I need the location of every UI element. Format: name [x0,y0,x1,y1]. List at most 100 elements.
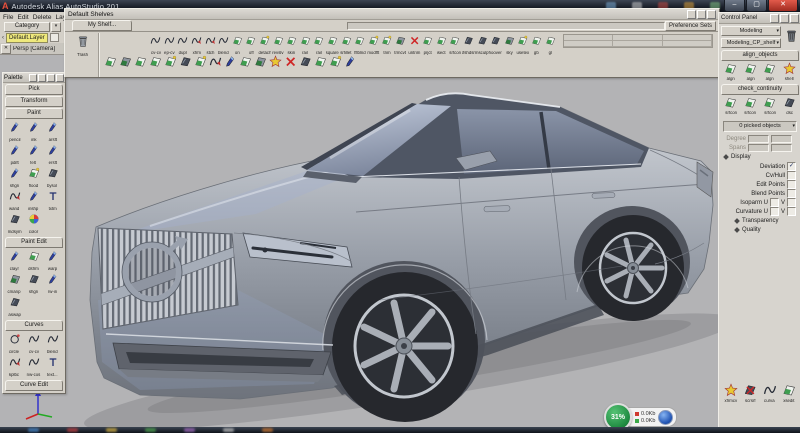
sphere-icon[interactable] [658,410,673,425]
taskbar-app-icon[interactable] [145,428,156,432]
category-arrow-icon[interactable]: ▾ [51,22,61,32]
palette-window-button-icon[interactable] [56,74,64,82]
tool-cmanp[interactable]: cmanp [5,272,24,295]
cp-trash[interactable] [783,26,799,44]
tool-flood[interactable]: flood [24,166,43,189]
tool-rail[interactable]: rail [299,33,313,56]
tool-surfd[interactable] [118,55,133,73]
cp-collapse-icon[interactable] [780,14,789,23]
palette-window-button-icon[interactable] [47,74,55,82]
taskbar-app-icon[interactable] [262,428,273,432]
tool-surf[interactable] [133,55,148,73]
palette-tab-curve-edit[interactable]: Curve Edit [5,380,63,391]
tool-aswap[interactable]: aswap [5,295,24,318]
tool-surfy[interactable] [193,55,208,73]
tool-on[interactable]: on [231,33,245,56]
tool-xsedit[interactable]: xsedit [780,383,799,404]
tool-untrim[interactable]: untrim [407,33,421,56]
tool-star[interactable] [268,55,283,73]
taskbar-app-icon[interactable] [28,428,39,432]
tool-square[interactable]: square [326,33,340,56]
section-transparency[interactable]: Transparency [719,216,800,225]
close-button[interactable]: ✕ [768,0,798,12]
tool-skin[interactable]: skin [285,33,299,56]
tool-txtm[interactable]: txtm [43,189,62,212]
tool-usetex[interactable]: usetex [516,33,530,56]
tool-algn[interactable]: algn [722,62,740,82]
tool-revslv[interactable]: revslv [271,33,285,56]
checkbox-curvature-u[interactable] [770,207,779,216]
tool-color[interactable]: color [24,212,43,235]
taskbar-app-icon[interactable] [223,428,234,432]
tool-hoover[interactable]: hoover [489,33,503,56]
taskbar-app-icon[interactable] [67,428,78,432]
tool-dark[interactable] [178,55,193,73]
shelf-name-field[interactable] [347,22,665,30]
spans-input[interactable] [748,144,769,152]
tool-pdift[interactable]: pdift [5,143,24,166]
tool-dsc[interactable]: dsc [780,96,798,116]
tool-ep-cv[interactable]: ep-cv [163,33,177,56]
tool-stch[interactable]: stch [203,33,217,56]
tool-nw-cos[interactable]: nw-cos [24,355,43,378]
tool-mdsym[interactable]: mdsym [5,212,24,235]
spans-input[interactable] [771,144,792,152]
shelf-dock-icon[interactable] [687,10,696,19]
minimize-button[interactable]: – [724,0,745,12]
tool-surf[interactable] [238,55,253,73]
tool-srfcon[interactable]: srfcon [722,96,740,116]
palette-tab-paint[interactable]: Paint [5,108,63,119]
tool-warp[interactable]: warp [43,249,62,272]
tool-cv-cv[interactable]: cv-cv [24,332,43,355]
tool-ersft[interactable]: ersft [43,143,62,166]
shelf-options-icon[interactable] [707,10,716,19]
shelf-trash[interactable]: Trash [70,34,96,58]
palette-tab-pick[interactable]: Pick [5,84,63,95]
checkbox-cv-hull[interactable] [787,171,796,180]
tool-fflblnd[interactable]: fflblnd [353,33,367,56]
tool-prjct[interactable]: prjct [421,33,435,56]
tool-detach[interactable]: detach [258,33,272,56]
tool-msculpt[interactable]: msculpt [475,33,489,56]
shelf-titlebar[interactable]: Default Shelves [65,9,719,20]
checkbox-curvature-u-v[interactable] [787,207,796,216]
tool-rail[interactable]: rail [312,33,326,56]
tool-sfshdsn[interactable]: sfshdsn [462,33,476,56]
palette-window-button-icon[interactable] [38,74,46,82]
checkbox-edit-points[interactable] [787,180,796,189]
tool-rw-in[interactable]: rw-in [43,272,62,295]
tool-surfd[interactable] [253,55,268,73]
tool-kplbc[interactable]: kplbc [5,355,24,378]
tool-ink[interactable]: ink [24,120,43,143]
tool-circle[interactable]: circle [5,332,24,355]
tool-blend[interactable]: blend [217,33,231,56]
tool-inshp[interactable]: inshp [24,189,43,212]
empty-slot[interactable] [564,41,613,47]
palette-tab-paint-edit[interactable]: Paint Edit [5,237,63,248]
menu-delete[interactable]: Delete [33,14,52,21]
tool-srfcon[interactable]: srfcon [761,96,779,116]
tool-dsfrm[interactable]: dsfrm [24,249,43,272]
tool-modfft[interactable]: modfft [367,33,381,56]
layer-new-box[interactable] [50,33,59,42]
tool-xfrmcv[interactable]: xfrmcv [721,383,740,404]
viewport-title[interactable]: Persp [Camera] [13,46,55,52]
shelf-preset-dropdown[interactable]: Modeling_CP_shelf ▾ [721,38,781,48]
tool-gb[interactable]: gb [530,33,544,56]
empty-slot[interactable] [613,41,662,47]
tool-wand[interactable]: wand [5,189,24,212]
tool-shell[interactable]: shell [780,62,798,82]
tool-surfy[interactable] [328,55,343,73]
tool-isect[interactable]: isect [434,33,448,56]
tool-scrsrf[interactable]: scrsrf [741,383,760,404]
degree-input[interactable] [771,135,792,143]
section-quality[interactable]: Quality [719,225,800,234]
tool-surf[interactable] [313,55,328,73]
tool-srfillet[interactable]: srfillet [339,33,353,56]
preference-sets-button[interactable]: Preference Sets [665,21,716,31]
tool-dupl[interactable]: dupl [176,33,190,56]
taskbar-app-icon[interactable] [106,428,117,432]
menu-file[interactable]: File [3,14,13,21]
checkbox-isoparm-u-v[interactable] [787,198,796,207]
tool-redx[interactable] [283,55,298,73]
